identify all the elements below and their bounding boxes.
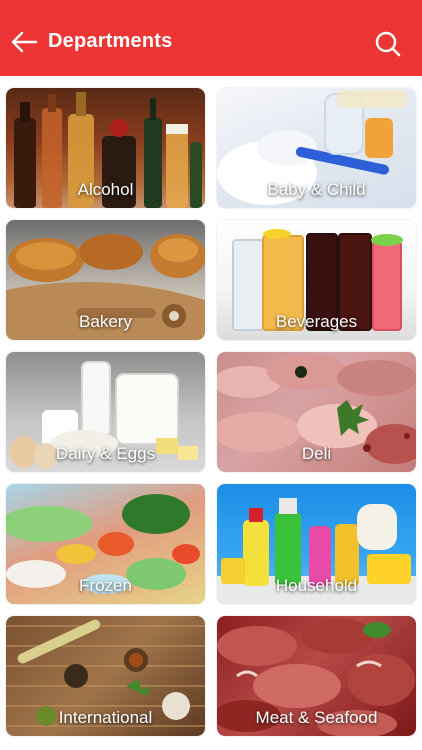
arrow-left-icon	[11, 31, 38, 53]
department-label: International	[58, 708, 153, 727]
department-tile-dairy-eggs[interactable]: Dairy & Eggs	[6, 352, 205, 472]
department-label: Deli	[301, 444, 332, 463]
search-button[interactable]	[374, 30, 402, 58]
department-tile-bakery[interactable]: Bakery	[6, 220, 205, 340]
page-title: Departments	[48, 30, 173, 52]
department-label: Household	[275, 576, 358, 595]
back-button[interactable]	[8, 26, 40, 58]
department-label: Meat & Seafood	[255, 708, 378, 727]
department-label: Beverages	[275, 312, 358, 331]
department-tile-alcohol[interactable]: Alcohol	[6, 88, 205, 208]
department-label: Bakery	[79, 312, 132, 331]
department-label: Baby & Child	[267, 180, 366, 199]
department-label: Frozen	[79, 576, 132, 595]
department-tile-international[interactable]: International	[6, 616, 205, 736]
department-tile-beverages[interactable]: Beverages	[217, 220, 416, 340]
app-bar: Departments	[0, 0, 422, 76]
department-tile-deli[interactable]: Deli	[217, 352, 416, 472]
department-label: Alcohol	[77, 180, 134, 199]
search-icon	[375, 31, 401, 57]
department-tile-household[interactable]: Household	[217, 484, 416, 604]
department-label: Dairy & Eggs	[55, 444, 156, 463]
department-tile-frozen[interactable]: Frozen	[6, 484, 205, 604]
department-tile-meat-seafood[interactable]: Meat & Seafood	[217, 616, 416, 736]
department-tile-baby-child[interactable]: Baby & Child	[217, 88, 416, 208]
